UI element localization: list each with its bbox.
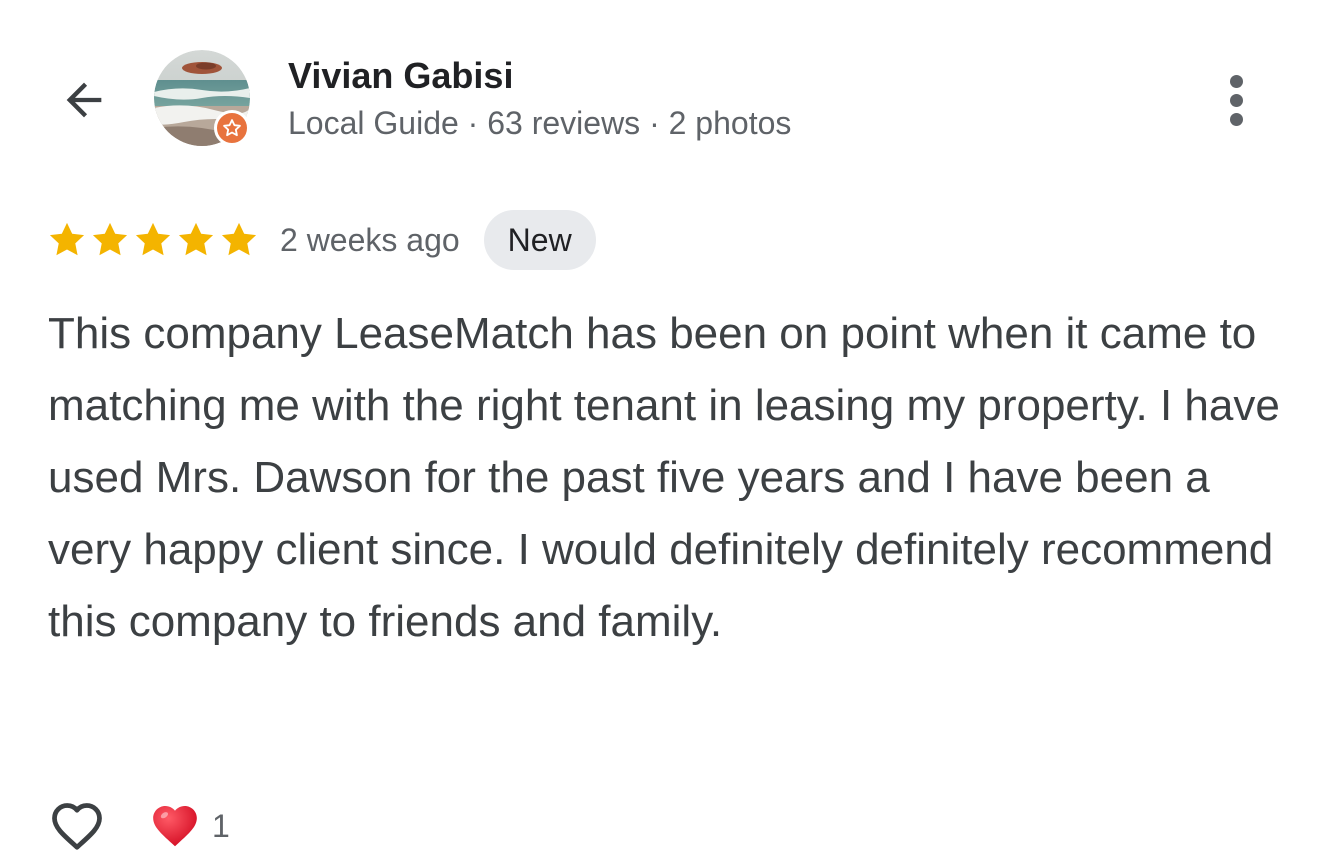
- reviewer-meta: Local Guide · 63 reviews · 2 photos: [288, 105, 792, 141]
- red-heart-icon: [153, 805, 197, 847]
- like-button[interactable]: [46, 795, 108, 857]
- rating-row: 2 weeks ago New: [46, 210, 596, 270]
- arrow-left-icon: [66, 82, 102, 118]
- local-guide-star-icon: [223, 119, 241, 137]
- reviewer-name[interactable]: Vivian Gabisi: [288, 55, 513, 97]
- reaction-count-number: 1: [212, 807, 230, 844]
- star-rating: [46, 219, 260, 261]
- review-time: 2 weeks ago: [280, 221, 460, 258]
- back-button[interactable]: [52, 68, 116, 132]
- review-text: This company LeaseMatch has been on poin…: [48, 309, 1280, 646]
- avatar[interactable]: [154, 50, 250, 146]
- more-vert-icon-dot-bottom: [1229, 112, 1243, 126]
- star-icon: [135, 222, 171, 256]
- more-options-button[interactable]: [1210, 68, 1262, 132]
- reaction-count[interactable]: 1: [148, 799, 230, 853]
- star-icon: [92, 222, 128, 256]
- more-vert-icon-dot-middle: [1229, 93, 1243, 107]
- heart-outline-icon: [52, 803, 102, 850]
- local-guide-badge: [214, 110, 250, 146]
- star-icon: [178, 222, 214, 256]
- star-icon: [221, 222, 257, 256]
- more-vert-icon-dot-top: [1229, 74, 1243, 88]
- new-badge: New: [483, 210, 596, 270]
- star-icon: [49, 222, 85, 256]
- reactions-bar: 1: [46, 795, 230, 857]
